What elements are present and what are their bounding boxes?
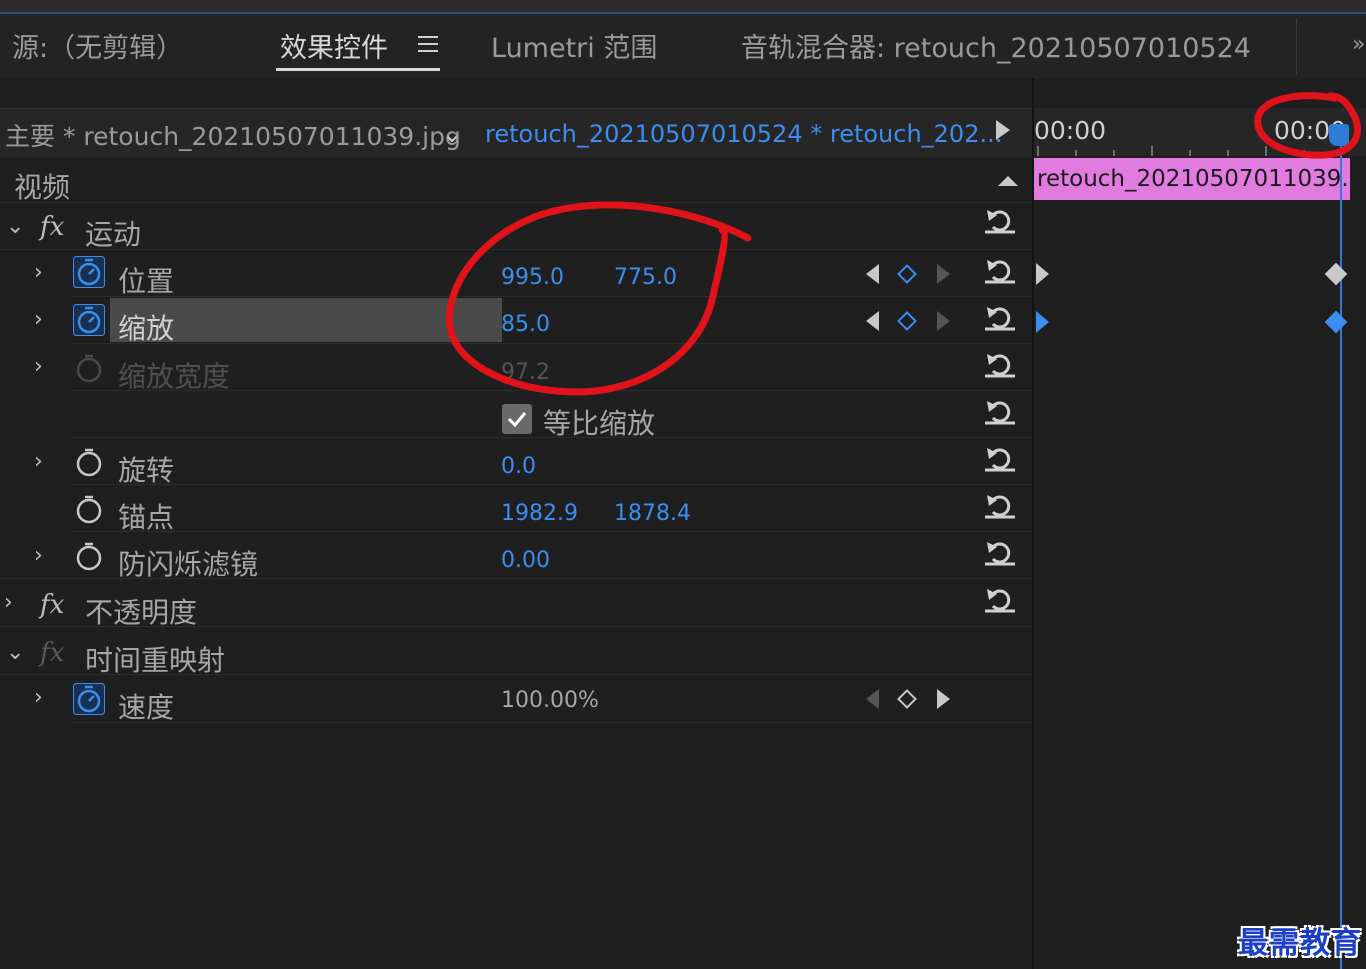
next-keyframe-icon[interactable]	[937, 689, 950, 709]
speed-value[interactable]: 100.00%	[501, 688, 599, 713]
reset-icon[interactable]	[984, 491, 1016, 519]
add-keyframe-icon[interactable]	[897, 311, 917, 331]
tab-lumetri-scopes[interactable]: Lumetri 范围	[491, 26, 657, 65]
fx-icon[interactable]: fx	[40, 590, 64, 620]
next-keyframe-icon[interactable]	[937, 311, 950, 331]
master-clip-label[interactable]: 主要 * retouch_20210507011039.jpg	[5, 117, 461, 153]
next-keyframe-icon[interactable]	[937, 264, 950, 284]
panel-menu-icon[interactable]	[418, 36, 438, 52]
row-divider	[72, 722, 1033, 723]
keyframe-start-marker	[1036, 263, 1049, 285]
reset-icon[interactable]	[984, 397, 1016, 425]
tab-effect-controls[interactable]: 效果控件	[280, 26, 388, 65]
chevron-right-icon[interactable]: ›	[34, 449, 43, 474]
prev-keyframe-icon[interactable]	[866, 264, 879, 284]
row-divider	[0, 202, 1033, 203]
chevron-right-icon[interactable]: ›	[34, 543, 43, 568]
chevron-right-icon[interactable]: ›	[34, 260, 43, 285]
scale-width-value: 97.2	[501, 360, 550, 385]
scale-label: 缩放	[118, 312, 175, 345]
row-divider	[72, 484, 1033, 485]
position-x-value[interactable]: 995.0	[501, 265, 564, 290]
add-keyframe-icon[interactable]	[897, 689, 917, 709]
stopwatch-icon	[76, 354, 102, 383]
reset-icon[interactable]	[984, 256, 1016, 284]
chevron-right-icon[interactable]: ›	[4, 590, 13, 615]
effect-motion-label[interactable]: 运动	[85, 213, 141, 253]
keyframe-diamond[interactable]	[1324, 262, 1348, 286]
prev-keyframe-icon[interactable]	[866, 311, 879, 331]
anti-flicker-value[interactable]: 0.00	[501, 548, 550, 573]
reset-icon[interactable]	[984, 444, 1016, 472]
panel-divider[interactable]	[1032, 78, 1034, 969]
rotation-label: 旋转	[118, 454, 175, 487]
reset-icon[interactable]	[984, 538, 1016, 566]
stopwatch-icon[interactable]	[73, 683, 105, 715]
playhead-line	[1340, 140, 1342, 969]
row-divider	[72, 531, 1033, 532]
chevron-right-icon[interactable]: ›	[34, 307, 43, 332]
timeline-clip-label: retouch_20210507011039.	[1037, 166, 1349, 192]
reset-icon[interactable]	[984, 206, 1016, 234]
video-section-label: 视频	[14, 171, 71, 204]
reset-icon[interactable]	[984, 350, 1016, 378]
chevron-down-icon[interactable]: ⌄	[6, 640, 24, 665]
stopwatch-icon[interactable]	[73, 540, 105, 572]
row-divider	[72, 343, 1033, 344]
scale-value[interactable]: 85.0	[501, 312, 550, 337]
timeline-start-time: 00:00	[1034, 116, 1107, 145]
row-divider	[72, 296, 1033, 297]
keyframe-start-marker	[1036, 311, 1049, 333]
fx-icon: fx	[40, 638, 65, 668]
position-label: 位置	[118, 265, 175, 298]
stopwatch-icon[interactable]	[73, 256, 105, 288]
anchor-label: 锚点	[118, 501, 175, 534]
play-icon[interactable]	[996, 120, 1010, 140]
uniform-scale-label: 等比缩放	[543, 407, 656, 440]
anti-flicker-label: 防闪烁滤镜	[118, 548, 259, 581]
ruler-ticks	[1037, 146, 1305, 156]
speed-label: 速度	[118, 691, 175, 724]
chevron-down-icon[interactable]: ⌄	[432, 116, 472, 152]
tab-audio-mixer[interactable]: 音轨混合器: retouch_20210507010524	[741, 26, 1251, 65]
chevron-right-icon[interactable]: ›	[34, 354, 43, 379]
row-divider	[0, 249, 1033, 250]
sequence-clip-label[interactable]: retouch_20210507010524 * retouch_202...	[485, 120, 1002, 148]
tab-separator	[1296, 18, 1297, 74]
prev-keyframe-icon[interactable]	[866, 689, 879, 709]
playhead-handle[interactable]	[1329, 124, 1349, 146]
effect-opacity-label[interactable]: 不透明度	[85, 591, 197, 631]
chevron-right-icon[interactable]: ›	[34, 685, 43, 710]
scale-width-label: 缩放宽度	[118, 360, 231, 393]
collapse-up-icon[interactable]	[998, 174, 1018, 188]
timeline-clip[interactable]: retouch_20210507011039.	[1034, 158, 1350, 200]
keyframe-diamond[interactable]	[1324, 310, 1348, 334]
chevron-down-icon[interactable]: ⌄	[6, 214, 24, 239]
checkmark-icon	[507, 412, 527, 428]
more-tabs-icon[interactable]: »	[1352, 32, 1365, 57]
active-tab-underline	[276, 68, 440, 71]
anchor-x-value[interactable]: 1982.9	[501, 501, 578, 526]
reset-icon[interactable]	[984, 303, 1016, 331]
effect-time-remap-label[interactable]: 时间重映射	[85, 639, 225, 679]
tab-source[interactable]: 源:（无剪辑）	[12, 26, 183, 65]
stopwatch-icon[interactable]	[73, 493, 105, 525]
rotation-value[interactable]: 0.0	[501, 454, 536, 479]
stopwatch-icon[interactable]	[73, 446, 105, 478]
add-keyframe-icon[interactable]	[897, 264, 917, 284]
reset-icon[interactable]	[984, 585, 1016, 613]
fx-icon[interactable]: fx	[40, 212, 64, 242]
stopwatch-icon[interactable]	[73, 304, 105, 336]
position-y-value[interactable]: 775.0	[614, 265, 677, 290]
anchor-y-value[interactable]: 1878.4	[614, 501, 691, 526]
watermark-logo: 最需教育	[1238, 926, 1362, 961]
